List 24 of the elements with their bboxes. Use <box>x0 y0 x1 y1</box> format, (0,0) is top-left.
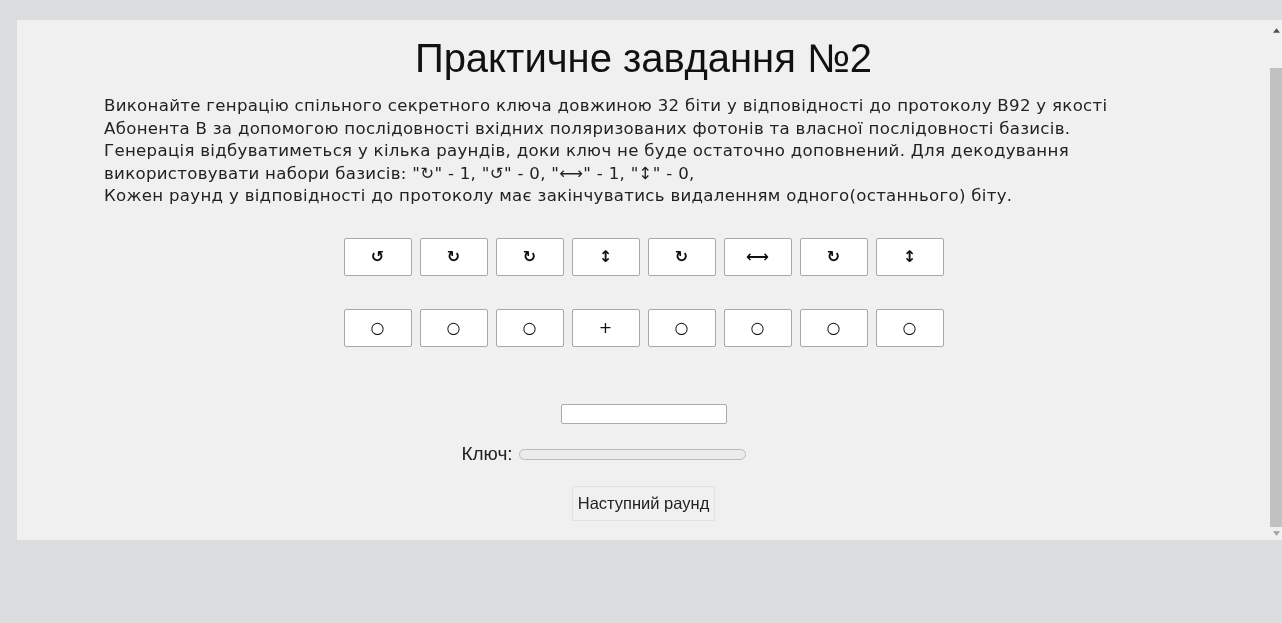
basis-button[interactable]: ○ <box>343 308 412 347</box>
key-label: Ключ: <box>461 442 513 465</box>
task-paragraph: Кожен раунд у відповідності до протоколу має закінчуватись видаленням одного(останнього) біту. <box>104 185 1014 207</box>
basis-button[interactable]: ○ <box>875 308 944 347</box>
photon-button[interactable]: ↻ <box>495 237 564 276</box>
photon-button[interactable]: ↻ <box>419 237 488 276</box>
photon-button[interactable]: ↺ <box>343 237 412 276</box>
photon-button[interactable]: ↕ <box>571 237 640 276</box>
basis-button[interactable]: ○ <box>647 308 716 347</box>
next-round-button[interactable]: Наступний раунд <box>571 485 716 521</box>
photon-button[interactable]: ↻ <box>799 237 868 276</box>
basis-button[interactable]: ○ <box>495 308 564 347</box>
scroll-up-icon[interactable] <box>1272 28 1280 33</box>
photon-button[interactable]: ↕ <box>875 237 944 276</box>
page-title: Практичне завдання №2 <box>414 36 873 81</box>
photon-button[interactable]: ↻ <box>647 237 716 276</box>
task-paragraph: Виконайте генрацію спільного секретного ключа довжиною 32 біти у відповідності до протоколу B92 у якості Абонента B за допомогою послідовності вхідних поляризованих фотонів та власної послідовності базисів. Генерація відбуватиметься у кілька раундів, доки ключ не буде остаточно доповнений. Для декодування використовувати набори базисів: "↻" - 1, "↺" - 0, "⟷" - 1, "↕" - 0, <box>104 95 1109 185</box>
photon-button[interactable]: ⟷ <box>723 237 792 276</box>
basis-button[interactable]: ○ <box>799 308 868 347</box>
basis-button[interactable]: + <box>571 308 640 347</box>
input-field[interactable] <box>560 403 727 424</box>
scroll-down-icon[interactable] <box>1272 531 1280 536</box>
basis-button[interactable]: ○ <box>723 308 792 347</box>
basis-button[interactable]: ○ <box>419 308 488 347</box>
